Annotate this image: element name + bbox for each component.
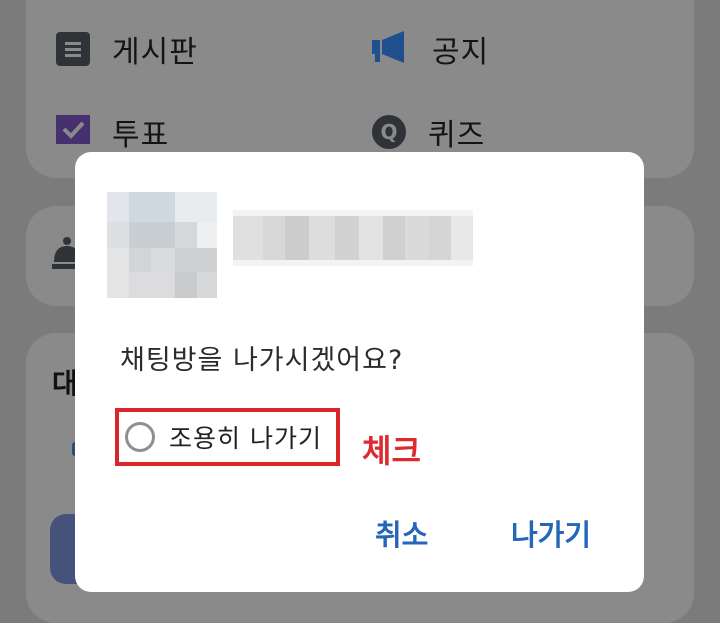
leave-button[interactable]: 나가기 [511,512,591,554]
menu-item-vote-label: 투표 [112,118,170,153]
quiet-leave-radio[interactable] [125,422,155,452]
vote-check-icon [56,115,90,149]
dialog-question: 채팅방을 나가시겠어요? [120,345,404,376]
menu-item-quiz[interactable]: Q 퀴즈 [372,110,485,154]
menu-item-quiz-label: 퀴즈 [428,118,486,153]
check-annotation: 체크 [362,432,421,470]
board-icon [56,32,90,66]
cancel-button[interactable]: 취소 [375,512,428,554]
quiet-leave-label: 조용히 나가기 [169,424,322,453]
menu-item-notice[interactable]: 공지 [372,27,489,71]
section-heading: 대 [52,367,78,400]
profile-name-blurred [233,210,473,266]
megaphone-icon [372,30,410,68]
menu-item-board-label: 게시판 [112,35,198,70]
profile-image-blurred [107,192,217,298]
menu-item-notice-label: 공지 [432,35,490,70]
leave-chat-dialog: 채팅방을 나가시겠어요? 조용히 나가기 체크 취소 나가기 [75,152,644,592]
quiet-leave-option[interactable]: 조용히 나가기 [115,408,340,466]
menu-item-board[interactable]: 게시판 [56,27,198,71]
menu-item-vote[interactable]: 투표 [56,110,169,154]
quiz-icon: Q [372,115,406,149]
